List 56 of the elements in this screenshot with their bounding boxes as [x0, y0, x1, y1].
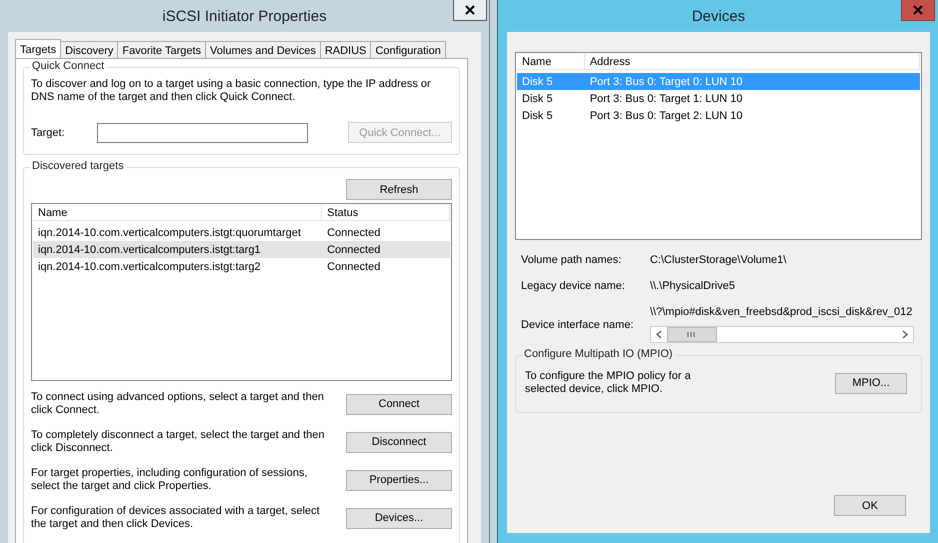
target-status: Connected	[326, 260, 382, 272]
description-text: To connect using advanced options, select a target and then click Connect.	[31, 391, 325, 417]
action-button[interactable]: Devices...	[346, 508, 452, 528]
list-row[interactable]: Disk 5 Port 3: Bus 0: Target 2: LUN 10	[517, 107, 920, 124]
column-header[interactable]: Address	[584, 54, 920, 70]
list-row[interactable]: iqn.2014-10.com.verticalcomputers.istgt:targ1 Connected	[33, 241, 450, 258]
target-status: Connected	[326, 244, 382, 256]
field-label: Target:	[31, 126, 66, 138]
field-label: Device interface name:	[521, 318, 634, 330]
window-title: iSCSI Initiator Properties	[162, 8, 327, 24]
close-icon	[912, 5, 924, 15]
device-name: Disk 5	[521, 110, 554, 122]
target-status: Connected	[326, 226, 382, 238]
field-label: Volume path names:	[521, 254, 622, 268]
horizontal-scrollbar[interactable]	[650, 326, 914, 343]
action-button[interactable]: Connect	[346, 394, 452, 414]
tab[interactable]: Discovery	[60, 41, 118, 58]
column-header[interactable]: Name	[517, 54, 585, 70]
device-address: Port 3: Bus 0: Target 1: LUN 10	[588, 92, 744, 104]
column-header[interactable]: Status	[322, 205, 450, 221]
refresh-button[interactable]: Refresh	[346, 179, 452, 200]
field-label: Legacy device name:	[521, 280, 626, 294]
description-text: To discover and log on to a target using a basic connection, type the IP address or DNS name of the target and then click Quick Connect.	[31, 78, 432, 104]
action-button[interactable]: Disconnect	[346, 432, 452, 452]
ok-button[interactable]: OK	[834, 495, 906, 516]
device-address: Port 3: Bus 0: Target 0: LUN 10	[588, 76, 744, 88]
target-name: iqn.2014-10.com.verticalcomputers.istgt:targ2	[37, 260, 262, 272]
group-legend: Quick Connect	[30, 60, 106, 72]
target-name: iqn.2014-10.com.verticalcomputers.istgt:quorumtarget	[37, 226, 302, 238]
tab[interactable]: Targets	[15, 39, 62, 58]
group-legend: Configure Multipath IO (MPIO)	[522, 348, 675, 360]
description-text: To configure the MPIO policy for a selected device, click MPIO.	[525, 370, 692, 396]
action-button[interactable]: Properties...	[346, 470, 452, 490]
list-row[interactable]: iqn.2014-10.com.verticalcomputers.istgt:quorumtarget Connected	[33, 224, 450, 241]
field-value: \\?\mpio#disk&ven_freebsd&prod_iscsi_disk&rev_012	[650, 306, 914, 318]
field-value: \\.\PhysicalDrive5	[650, 280, 735, 294]
close-icon	[464, 5, 476, 15]
mpio-button[interactable]: MPIO...	[835, 372, 907, 394]
tab[interactable]: Configuration	[370, 41, 446, 58]
target-field[interactable]	[96, 122, 308, 142]
description-text: For target properties, including configuration of sessions, select the target and click Properties.	[31, 467, 308, 493]
device-address: Port 3: Bus 0: Target 2: LUN 10	[588, 110, 744, 122]
scrollbar-thumb[interactable]	[667, 327, 717, 342]
list-row[interactable]: iqn.2014-10.com.verticalcomputers.istgt:targ2 Connected	[33, 258, 450, 275]
description-text: To completely disconnect a target, select the target and then click Disconnect.	[31, 429, 326, 455]
device-name: Disk 5	[521, 76, 554, 88]
close-button[interactable]	[453, 0, 487, 21]
description-text: For configuration of devices associated with a target, select the target and then click Devices.	[31, 505, 321, 531]
list-row[interactable]: Disk 5 Port 3: Bus 0: Target 1: LUN 10	[517, 90, 920, 107]
tab[interactable]: Favorite Targets	[117, 41, 206, 58]
field-value: C:\ClusterStorage\Volume1\	[650, 254, 786, 268]
column-header[interactable]: Name	[33, 205, 322, 221]
group-legend: Discovered targets	[30, 160, 126, 172]
window-title: Devices	[692, 8, 746, 24]
target-name: iqn.2014-10.com.verticalcomputers.istgt:targ1	[37, 244, 262, 256]
device-name: Disk 5	[521, 92, 554, 104]
